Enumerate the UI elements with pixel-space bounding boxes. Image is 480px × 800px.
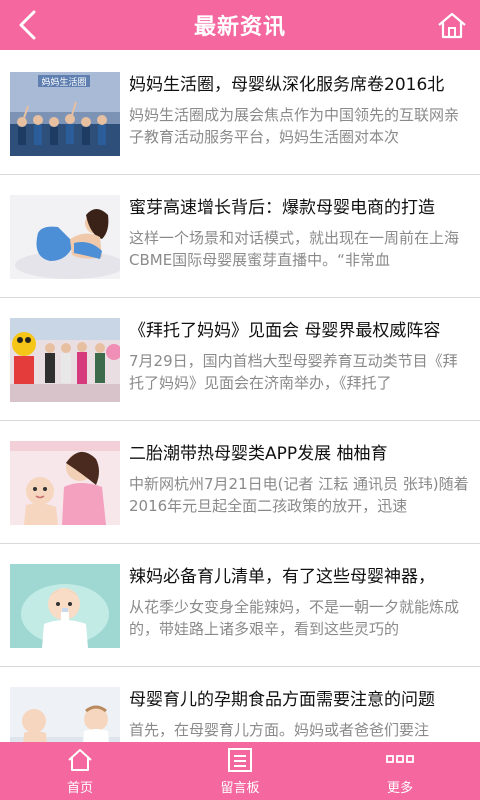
tab-message-board[interactable]: 留言板 xyxy=(160,742,320,800)
tab-label: 留言板 xyxy=(220,780,260,796)
news-headline: 妈妈生活圈，母婴纵深化服务席卷2016北 xyxy=(129,75,445,95)
tab-label: 更多 xyxy=(386,780,413,796)
top-bar: 最新资讯 xyxy=(0,0,480,50)
news-headline: 二胎潮带热母婴类APP发展 柚柚育 xyxy=(129,444,388,464)
news-headline: 母婴育儿的孕期食品方面需要注意的问题 xyxy=(129,690,435,710)
news-item[interactable]: 母婴育儿的孕期食品方面需要注意的问题 首先，在母婴育儿方面。妈妈或者爸爸们要注 xyxy=(0,667,480,742)
more-icon xyxy=(386,754,414,763)
home-icon xyxy=(438,12,466,39)
news-list: 妈妈生活圈 妈妈生活圈，母婴纵深化服务席卷2016北 妈妈生活圈成为展会焦点作为… xyxy=(0,52,480,742)
news-item[interactable]: 二胎潮带热母婴类APP发展 柚柚育 中新网杭州7月21日电(记者 江耘 通讯员 … xyxy=(0,421,480,544)
svg-text:妈妈生活圈: 妈妈生活圈 xyxy=(41,76,86,88)
chevron-left-icon xyxy=(19,10,36,40)
news-item[interactable]: 蜜芽高速增长背后：爆款母婴电商的打造 这样一个场景和对话模式，就出现在一周前在上… xyxy=(0,175,480,298)
news-summary: 中新网杭州7月21日电(记者 江耘 通讯员 张玮)随着2016年元旦起全面二孩政… xyxy=(129,475,469,515)
tab-home[interactable]: 首页 xyxy=(0,742,160,800)
news-thumbnail xyxy=(10,564,120,648)
news-summary: 7月29日，国内首档大型母婴养育互动类节目《拜托了妈妈》见面会在济南举办，《拜托… xyxy=(129,352,458,392)
bottom-tab-bar: 首页 留言板 更多 xyxy=(0,742,480,800)
news-thumbnail xyxy=(10,318,120,402)
home-icon xyxy=(68,748,92,771)
news-summary: 妈妈生活圈成为展会焦点作为中国领先的互联网亲子教育活动服务平台，妈妈生活圈对本次 xyxy=(129,106,460,146)
page-title: 最新资讯 xyxy=(193,15,286,40)
news-item[interactable]: 辣妈必备育儿清单，有了这些母婴神器， 从花季少女变身全能辣妈，不是一朝一夕就能炼… xyxy=(0,544,480,667)
news-headline: 辣妈必备育儿清单，有了这些母婴神器， xyxy=(129,567,435,587)
home-button[interactable] xyxy=(432,5,472,45)
news-summary: 从花季少女变身全能辣妈，不是一朝一夕就能炼成的，带娃路上诸多艰辛，看到这些灵巧的 xyxy=(129,598,460,638)
news-thumbnail: 妈妈生活圈 xyxy=(10,72,120,156)
news-thumbnail xyxy=(10,687,120,742)
news-headline: 《拜托了妈妈》见面会 母婴界最权威阵容 xyxy=(129,321,441,341)
news-thumbnail xyxy=(10,441,120,525)
news-summary: 首先，在母婴育儿方面。妈妈或者爸爸们要注 xyxy=(129,721,430,739)
news-item[interactable]: 《拜托了妈妈》见面会 母婴界最权威阵容 7月29日，国内首档大型母婴养育互动类节… xyxy=(0,298,480,421)
back-button[interactable] xyxy=(8,5,48,45)
news-headline: 蜜芽高速增长背后：爆款母婴电商的打造 xyxy=(129,198,435,218)
message-board-icon xyxy=(228,747,252,772)
news-thumbnail xyxy=(10,195,120,279)
news-item[interactable]: 妈妈生活圈 妈妈生活圈，母婴纵深化服务席卷2016北 妈妈生活圈成为展会焦点作为… xyxy=(0,52,480,175)
news-summary: 这样一个场景和对话模式，就出现在一周前在上海CBME国际母婴展蜜芽直播中。“非常… xyxy=(129,229,460,269)
tab-label: 首页 xyxy=(66,780,93,796)
tab-more[interactable]: 更多 xyxy=(320,742,480,800)
